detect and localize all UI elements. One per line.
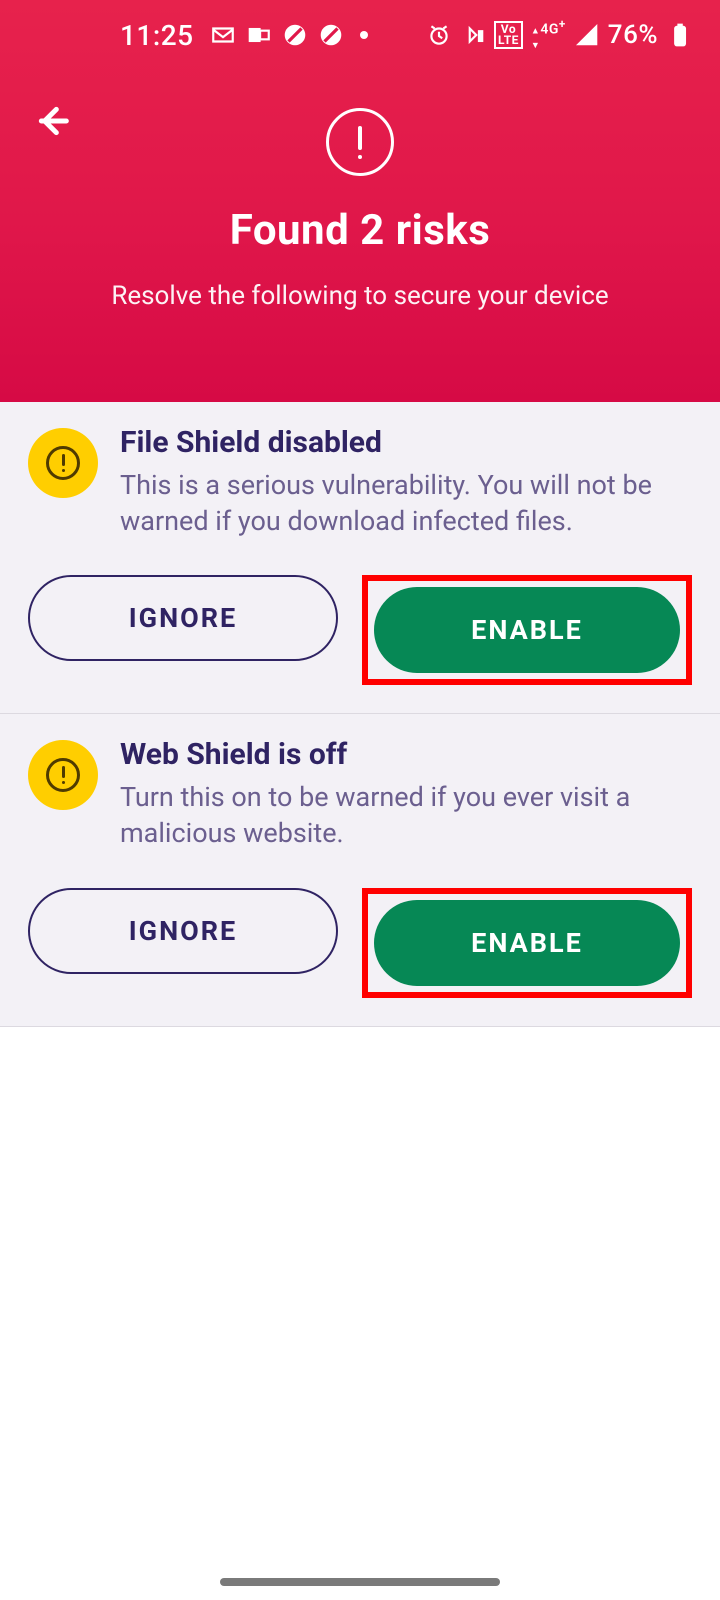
alert-icon bbox=[326, 108, 394, 176]
status-bar: 11:25 VoLTE ▲4G+▼ 76% bbox=[0, 0, 720, 70]
signal-icon bbox=[574, 22, 600, 48]
status-bar-left: 11:25 bbox=[120, 19, 368, 52]
risk-title: Web Shield is off bbox=[120, 738, 692, 773]
network-type: ▲4G+▼ bbox=[531, 18, 566, 52]
status-bar-right: VoLTE ▲4G+▼ 76% bbox=[426, 18, 692, 52]
highlight-box: ENABLE bbox=[362, 888, 692, 998]
back-button[interactable] bbox=[28, 96, 78, 146]
highlight-box: ENABLE bbox=[362, 575, 692, 685]
ignore-button[interactable]: IGNORE bbox=[28, 888, 338, 974]
warning-icon bbox=[28, 740, 98, 810]
clock-time: 11:25 bbox=[120, 19, 194, 52]
enable-button[interactable]: ENABLE bbox=[374, 587, 680, 673]
warning-icon bbox=[28, 428, 98, 498]
hero-content: Found 2 risks Resolve the following to s… bbox=[0, 70, 720, 311]
page-title: Found 2 risks bbox=[0, 206, 720, 255]
bluetooth-battery-icon bbox=[460, 22, 486, 48]
more-notifications-dot bbox=[360, 31, 368, 39]
dnd-icon bbox=[318, 22, 344, 48]
page-subtitle: Resolve the following to secure your dev… bbox=[0, 281, 720, 311]
risk-item: Web Shield is off Turn this on to be war… bbox=[0, 714, 720, 1026]
volte-icon: VoLTE bbox=[494, 21, 523, 49]
alarm-icon bbox=[426, 22, 452, 48]
risk-item: File Shield disabled This is a serious v… bbox=[0, 402, 720, 714]
gmail-icon bbox=[210, 22, 236, 48]
risk-description: This is a serious vulnerability. You wil… bbox=[120, 467, 692, 540]
battery-icon bbox=[666, 22, 692, 48]
risk-description: Turn this on to be warned if you ever vi… bbox=[120, 779, 692, 852]
ignore-button[interactable]: IGNORE bbox=[28, 575, 338, 661]
risk-title: File Shield disabled bbox=[120, 426, 692, 461]
enable-button[interactable]: ENABLE bbox=[374, 900, 680, 986]
dnd-icon bbox=[282, 22, 308, 48]
battery-percentage: 76% bbox=[608, 20, 658, 50]
outlook-icon bbox=[246, 22, 272, 48]
nav-indicator bbox=[220, 1578, 500, 1586]
